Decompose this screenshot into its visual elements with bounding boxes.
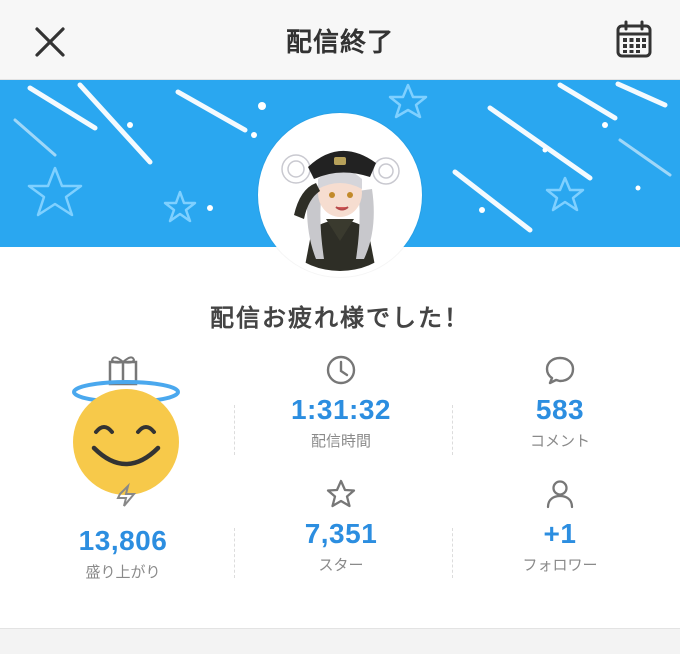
stream-end-message: 配信お疲れ様でした！ xyxy=(210,304,470,332)
duration-value: 1:31:32 xyxy=(290,394,391,425)
stat-stars: 7,351 スター xyxy=(241,478,441,575)
clock-icon xyxy=(326,355,356,385)
followers-value: +1 xyxy=(543,518,577,549)
stat-followers: +1 フォロワー xyxy=(460,478,660,575)
avatar-illustration xyxy=(264,119,416,271)
column-divider xyxy=(452,528,453,578)
comments-value: 583 xyxy=(535,394,585,425)
stars-value: 7,351 xyxy=(304,518,378,549)
header-bar: 配信終了 xyxy=(0,0,680,80)
stat-comments: 583 コメント xyxy=(460,354,660,451)
calendar-button[interactable] xyxy=(612,18,656,62)
excitement-emoji xyxy=(68,352,188,512)
calendar-icon xyxy=(616,20,652,58)
smiling-angel-face-icon xyxy=(72,356,180,507)
person-icon xyxy=(546,480,574,509)
stat-excitement: 13,806 盛り上がり xyxy=(23,525,223,582)
excitement-label: 盛り上がり xyxy=(85,563,161,581)
comments-label: コメント xyxy=(529,432,590,450)
star-icon xyxy=(326,479,356,508)
column-divider xyxy=(234,405,235,455)
bottom-bar xyxy=(0,628,680,654)
column-divider xyxy=(234,528,235,578)
duration-label: 配信時間 xyxy=(310,432,371,450)
page-title: 配信終了 xyxy=(285,28,394,58)
excitement-value: 13,806 xyxy=(78,525,168,556)
column-divider xyxy=(452,405,453,455)
stars-label: スター xyxy=(318,556,364,574)
stat-duration: 1:31:32 配信時間 xyxy=(241,354,441,451)
comment-bubble-icon xyxy=(545,356,575,385)
followers-label: フォロワー xyxy=(522,556,598,574)
streamer-avatar xyxy=(258,113,422,277)
